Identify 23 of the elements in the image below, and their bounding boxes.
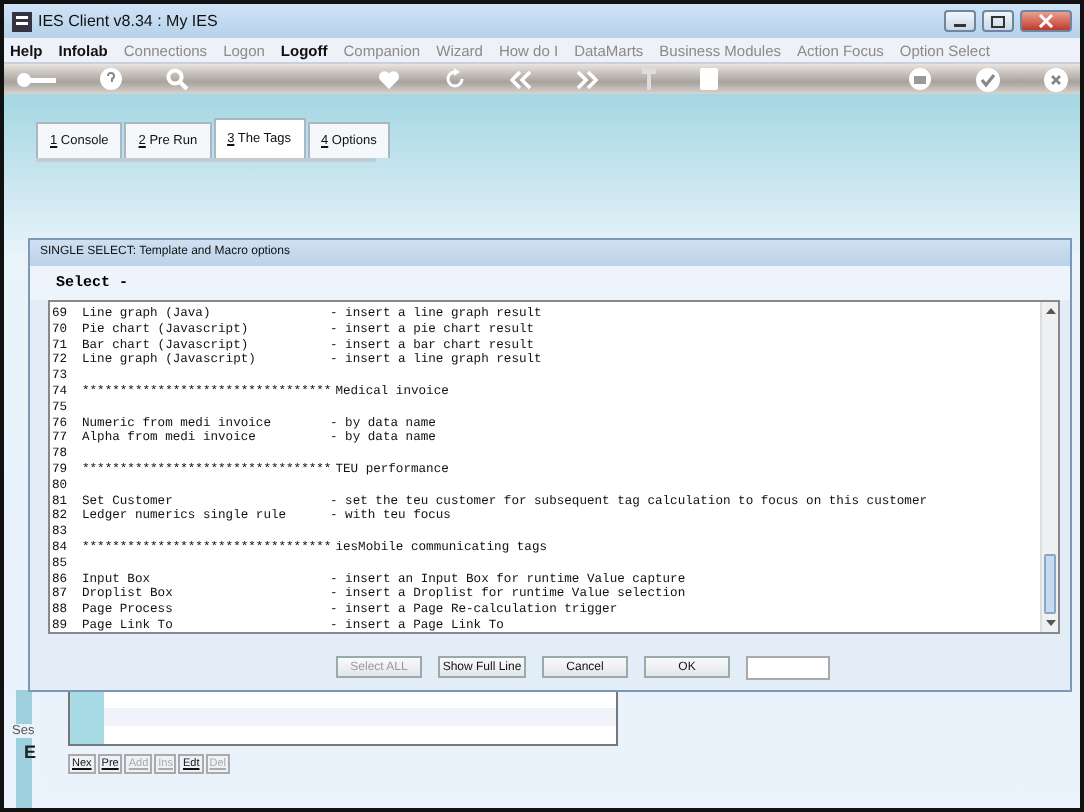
close-icon — [1038, 14, 1054, 28]
maximize-icon — [990, 15, 1006, 27]
close-button[interactable] — [1020, 10, 1072, 32]
pin-icon[interactable] — [642, 68, 656, 90]
scroll-thumb[interactable] — [1044, 554, 1056, 614]
key-icon[interactable] — [16, 69, 56, 89]
close-icon[interactable] — [1044, 67, 1068, 91]
help-icon[interactable] — [100, 68, 122, 90]
input-field[interactable] — [746, 656, 830, 680]
window-title: IES Client v8.34 : My IES — [38, 12, 218, 30]
heart-icon[interactable] — [378, 69, 400, 89]
search-icon[interactable] — [166, 68, 188, 90]
double-right-icon[interactable] — [576, 69, 598, 89]
maximize-button[interactable] — [982, 10, 1014, 32]
check-icon[interactable] — [976, 67, 1000, 91]
minimize-button[interactable] — [944, 10, 976, 32]
refresh-icon[interactable] — [444, 68, 466, 90]
scrollbar[interactable] — [1040, 302, 1058, 632]
printer-icon[interactable] — [908, 68, 932, 90]
section-label: E — [24, 742, 39, 762]
double-left-icon[interactable] — [510, 69, 532, 89]
app-icon — [12, 11, 32, 31]
scroll-up-icon[interactable] — [1043, 304, 1057, 318]
